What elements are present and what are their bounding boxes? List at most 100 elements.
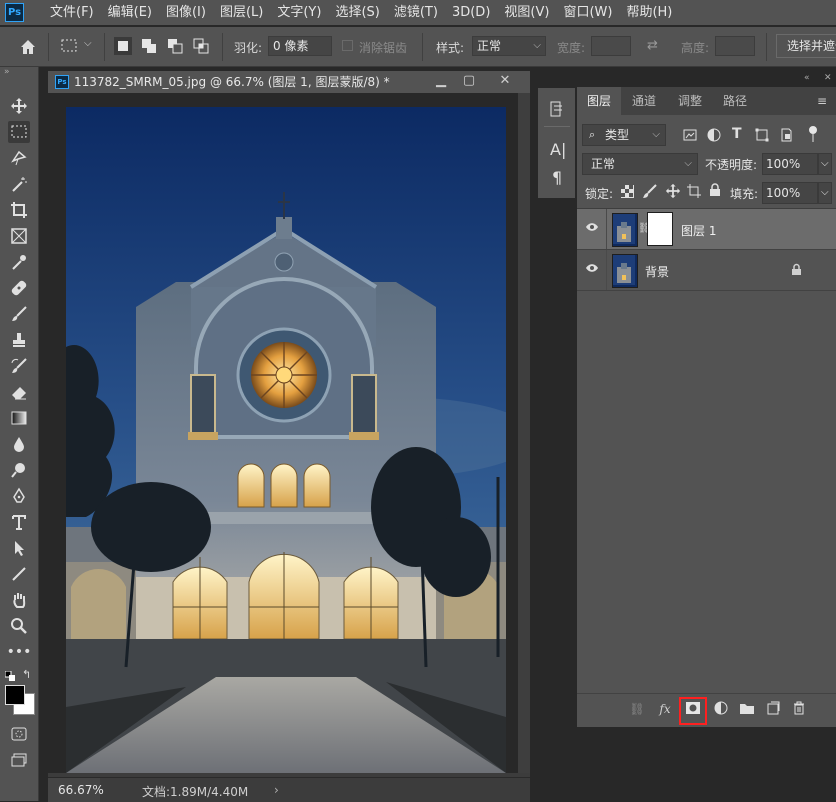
- menu-view[interactable]: 视图(V): [500, 0, 553, 25]
- layer-row[interactable]: 背景: [577, 250, 836, 291]
- type-tool-icon[interactable]: [8, 511, 30, 533]
- collapse-panels-icon[interactable]: «: [804, 73, 810, 83]
- menu-type[interactable]: 文字(Y): [273, 0, 325, 25]
- eraser-tool-icon[interactable]: [8, 381, 30, 403]
- height-input[interactable]: [715, 36, 755, 56]
- menu-3d[interactable]: 3D(D): [448, 0, 494, 25]
- swap-colors-icon[interactable]: ↰: [22, 668, 31, 681]
- lock-pixels-icon[interactable]: [642, 183, 658, 202]
- filter-pixel-icon[interactable]: [683, 128, 697, 145]
- lasso-tool-icon[interactable]: [8, 147, 30, 169]
- adjustment-icon[interactable]: [713, 701, 729, 717]
- lock-artboard-icon[interactable]: [687, 184, 701, 201]
- marquee-preset-icon[interactable]: [60, 38, 80, 54]
- tab-adjustments[interactable]: 调整: [667, 87, 713, 115]
- vertical-scrollbar[interactable]: [518, 93, 530, 773]
- close-icon[interactable]: ✕: [492, 71, 518, 91]
- close-panels-icon[interactable]: ✕: [824, 73, 832, 83]
- magic-wand-tool-icon[interactable]: [8, 173, 30, 195]
- visibility-eye-icon[interactable]: [585, 262, 599, 276]
- status-menu-arrow-icon[interactable]: ›: [274, 783, 279, 797]
- history-brush-tool-icon[interactable]: [8, 355, 30, 377]
- rect-marquee-tool-icon[interactable]: [8, 121, 30, 143]
- lock-all-icon[interactable]: [709, 183, 721, 200]
- frame-tool-icon[interactable]: [8, 225, 30, 247]
- fill-dropdown-icon[interactable]: ⌵: [818, 182, 832, 204]
- fill-input[interactable]: 100%: [762, 182, 818, 204]
- filter-kind-select[interactable]: ⌕ 类型 ⌵: [582, 124, 666, 146]
- move-tool-icon[interactable]: [8, 95, 30, 117]
- pen-tool-icon[interactable]: [8, 485, 30, 507]
- feather-input[interactable]: 0 像素: [268, 36, 332, 56]
- opacity-dropdown-icon[interactable]: ⌵: [818, 153, 832, 175]
- menu-window[interactable]: 窗口(W): [559, 0, 616, 25]
- zoom-level[interactable]: 66.67%: [48, 778, 104, 802]
- filter-toggle-icon[interactable]: [807, 125, 819, 146]
- menu-help[interactable]: 帮助(H): [622, 0, 676, 25]
- swap-icon[interactable]: ⇄: [647, 38, 658, 53]
- history-panel-icon[interactable]: [548, 100, 566, 121]
- menu-edit[interactable]: 编辑(E): [104, 0, 156, 25]
- clone-stamp-tool-icon[interactable]: [8, 329, 30, 351]
- healing-brush-tool-icon[interactable]: [8, 277, 30, 299]
- filter-type-icon[interactable]: T: [732, 126, 742, 142]
- new-selection-button[interactable]: [114, 37, 132, 55]
- filter-adjustment-icon[interactable]: [707, 128, 721, 145]
- menu-image[interactable]: 图像(I): [162, 0, 210, 25]
- eyedropper-tool-icon[interactable]: [8, 251, 30, 273]
- group-folder-icon[interactable]: [739, 701, 755, 717]
- panel-menu-icon[interactable]: ≡: [817, 94, 827, 108]
- tab-channels[interactable]: 通道: [621, 87, 667, 115]
- menu-filter[interactable]: 滤镜(T): [390, 0, 442, 25]
- hand-tool-icon[interactable]: [8, 589, 30, 611]
- crop-tool-icon[interactable]: [8, 199, 30, 221]
- tab-paths[interactable]: 路径: [713, 87, 757, 115]
- layer-name[interactable]: 图层 1: [681, 222, 716, 239]
- gradient-tool-icon[interactable]: [8, 407, 30, 429]
- document-tab[interactable]: Ps 113782_SMRM_05.jpg @ 66.7% (图层 1, 图层蒙…: [48, 71, 530, 93]
- line-tool-icon[interactable]: [8, 563, 30, 585]
- subtract-selection-button[interactable]: [166, 37, 184, 55]
- quick-mask-icon[interactable]: [8, 723, 30, 745]
- intersect-selection-button[interactable]: [192, 37, 210, 55]
- dodge-tool-icon[interactable]: [8, 459, 30, 481]
- tab-layers[interactable]: 图层: [577, 87, 621, 115]
- chevron-down-icon[interactable]: ⌵: [84, 38, 92, 49]
- width-input[interactable]: [591, 36, 631, 56]
- lock-position-icon[interactable]: [665, 183, 681, 202]
- layer-mask-thumbnail[interactable]: [647, 212, 673, 246]
- link-icon[interactable]: ⛓: [629, 701, 645, 717]
- paragraph-panel-icon[interactable]: ¶: [552, 168, 562, 187]
- opacity-input[interactable]: 100%: [762, 153, 818, 175]
- home-icon[interactable]: [18, 37, 38, 57]
- fx-icon[interactable]: fx: [657, 701, 673, 717]
- lock-transparent-icon[interactable]: [621, 185, 634, 201]
- menu-select[interactable]: 选择(S): [331, 0, 383, 25]
- path-selection-tool-icon[interactable]: [8, 537, 30, 559]
- new-layer-icon[interactable]: [765, 701, 781, 717]
- screen-mode-icon[interactable]: [8, 749, 30, 771]
- layer-name[interactable]: 背景: [645, 263, 669, 280]
- add-selection-button[interactable]: [140, 37, 158, 55]
- character-panel-icon[interactable]: A|: [550, 140, 566, 159]
- default-colors-icon[interactable]: [4, 670, 15, 681]
- antialias-checkbox[interactable]: [342, 40, 353, 51]
- menu-file[interactable]: 文件(F): [46, 0, 98, 25]
- select-and-mask-button[interactable]: 选择并遮住...: [776, 34, 836, 58]
- zoom-tool-icon[interactable]: [8, 615, 30, 637]
- style-select[interactable]: 正常 ⌵: [472, 36, 546, 56]
- blend-mode-select[interactable]: 正常 ⌵: [582, 153, 698, 175]
- layer-row[interactable]: ⛓ 图层 1: [577, 209, 836, 250]
- minimize-icon[interactable]: ▁: [428, 71, 454, 91]
- blur-tool-icon[interactable]: [8, 433, 30, 455]
- filter-shape-icon[interactable]: [755, 128, 769, 145]
- brush-tool-icon[interactable]: [8, 303, 30, 325]
- maximize-icon[interactable]: ▢: [456, 71, 482, 91]
- filter-smart-object-icon[interactable]: [779, 128, 793, 145]
- more-tools-icon[interactable]: •••: [7, 641, 32, 663]
- canvas-area[interactable]: [48, 93, 518, 773]
- visibility-eye-icon[interactable]: [585, 221, 599, 235]
- foreground-color-swatch[interactable]: [5, 685, 25, 705]
- collapse-icon[interactable]: »: [4, 67, 10, 77]
- menu-layer[interactable]: 图层(L): [216, 0, 267, 25]
